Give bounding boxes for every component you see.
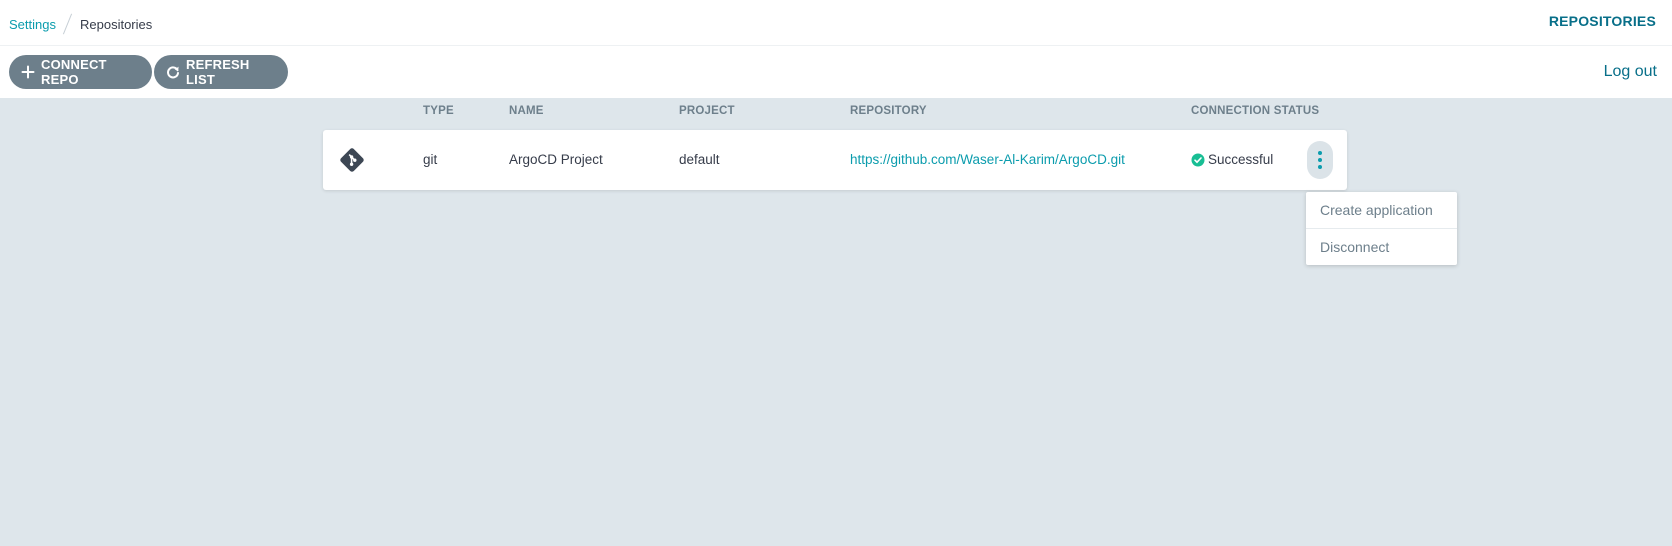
status-text: Successful xyxy=(1208,152,1274,167)
row-repository-link[interactable]: https://github.com/Waser-Al-Karim/ArgoCD… xyxy=(850,152,1125,167)
refresh-icon xyxy=(166,65,180,79)
page-title: REPOSITORIES xyxy=(1548,13,1656,29)
disconnect-menu-item[interactable]: Disconnect xyxy=(1306,228,1457,264)
breadcrumb-separator xyxy=(62,13,73,35)
refresh-list-label: REFRESH LIST xyxy=(186,57,250,87)
logout-link[interactable]: Log out xyxy=(1604,63,1657,81)
row-connection-status: Successful xyxy=(1191,152,1273,167)
header-repository: REPOSITORY xyxy=(850,105,927,117)
dot-icon xyxy=(1318,158,1322,162)
row-name: ArgoCD Project xyxy=(509,152,603,167)
breadcrumb-current: Repositories xyxy=(79,16,153,32)
git-icon xyxy=(338,146,366,174)
row-actions-dropdown: Create application Disconnect xyxy=(1306,192,1457,265)
connect-repo-label: CONNECT REPO xyxy=(41,57,107,87)
breadcrumb: Settings Repositories xyxy=(9,13,152,35)
connect-repo-button[interactable]: CONNECT REPO xyxy=(9,55,152,89)
refresh-list-button[interactable]: REFRESH LIST xyxy=(154,55,288,89)
row-actions-menu-button[interactable] xyxy=(1307,141,1333,179)
table-row[interactable]: git ArgoCD Project default https://githu… xyxy=(323,130,1347,190)
header-project: PROJECT xyxy=(679,105,735,117)
header-name: NAME xyxy=(509,105,544,117)
dot-icon xyxy=(1318,165,1322,169)
create-application-menu-item[interactable]: Create application xyxy=(1306,192,1457,228)
plus-icon xyxy=(21,65,35,79)
table-header: TYPE NAME PROJECT REPOSITORY CONNECTION … xyxy=(0,105,1672,121)
dot-icon xyxy=(1318,151,1322,155)
row-type: git xyxy=(423,152,438,167)
row-project: default xyxy=(679,152,720,167)
toolbar: CONNECT REPO REFRESH LIST Log out xyxy=(0,46,1672,98)
top-bar: Settings Repositories REPOSITORIES xyxy=(0,0,1672,46)
check-circle-icon xyxy=(1191,153,1205,167)
header-type: TYPE xyxy=(423,105,454,117)
breadcrumb-settings-link[interactable]: Settings xyxy=(9,17,56,32)
header-connection-status: CONNECTION STATUS xyxy=(1191,105,1320,117)
